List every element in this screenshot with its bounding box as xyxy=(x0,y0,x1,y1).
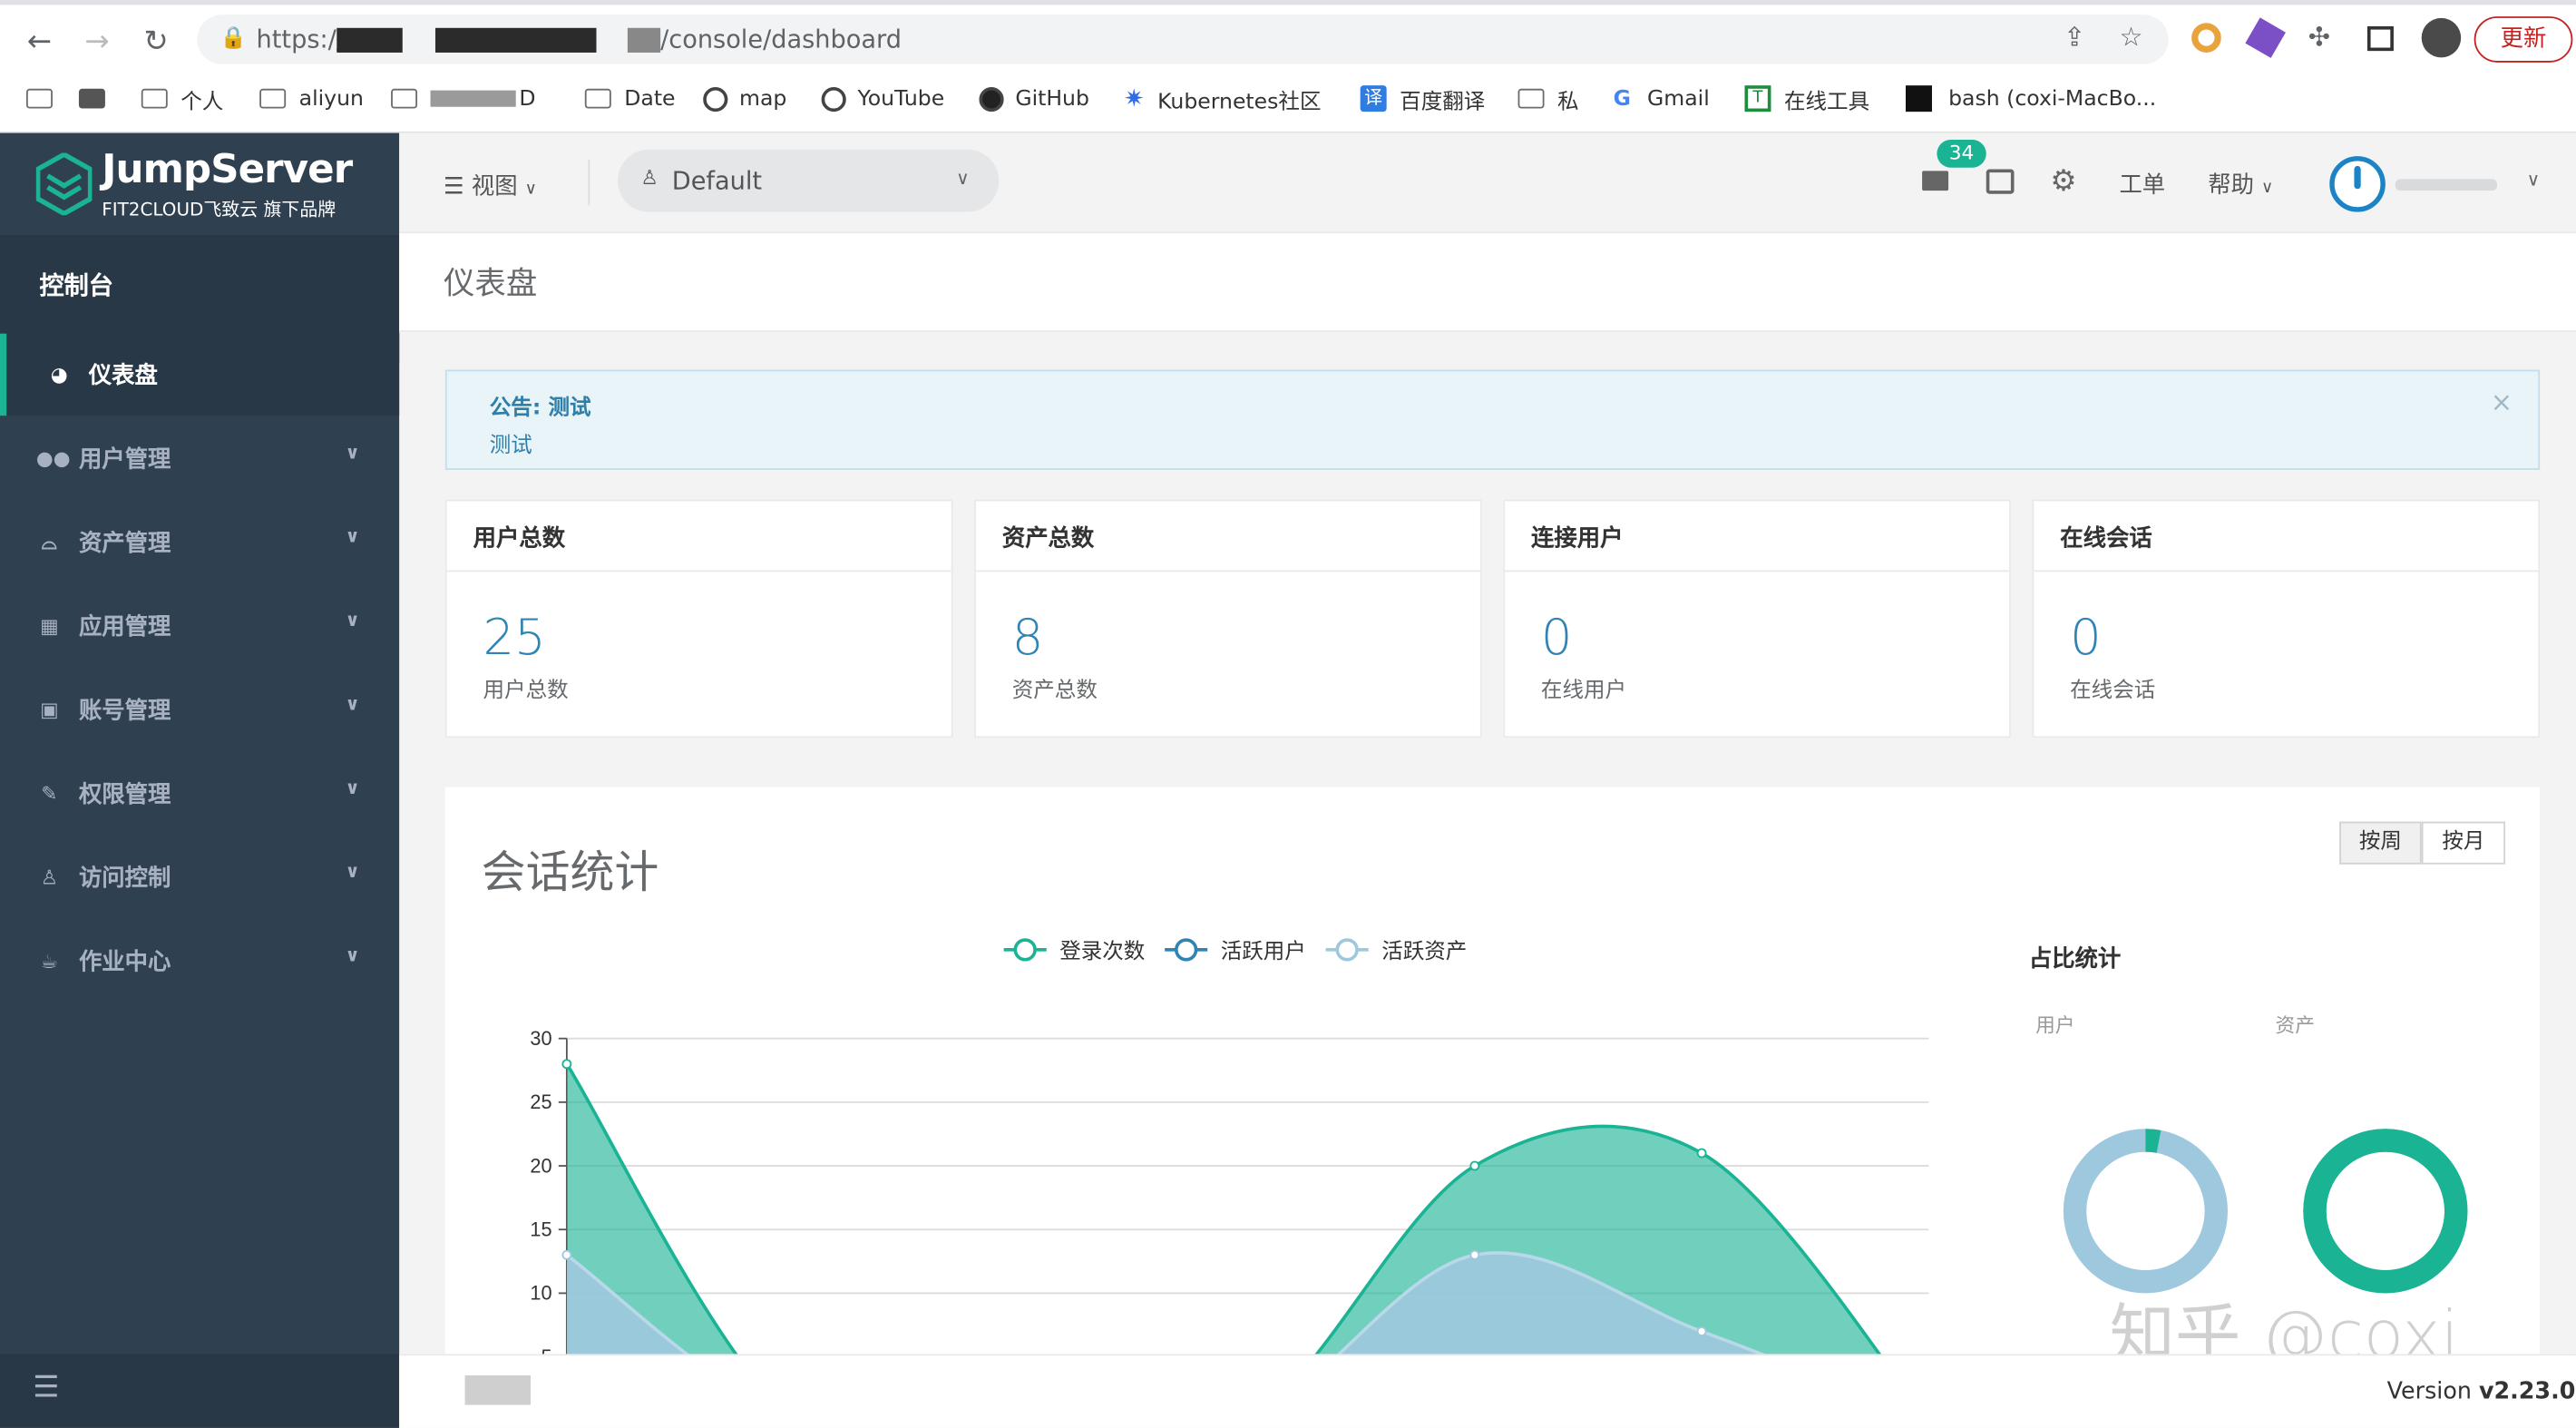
y-tick-label: 30 xyxy=(530,1027,551,1050)
legend-marker xyxy=(1335,938,1359,962)
session-chart: 51015202530登录次数活跃用户活跃资产 xyxy=(530,938,2468,1368)
footer: Version v2.23.0 xyxy=(399,1354,2576,1428)
legend-marker xyxy=(1013,938,1037,962)
app-root: ← → ↻ 🔒 https:// /console/dashboard ⇪ ☆ … xyxy=(0,0,2576,1428)
legend-label: 活跃用户 xyxy=(1221,938,1306,963)
redacted-block xyxy=(464,1374,532,1405)
y-tick-label: 20 xyxy=(530,1154,551,1177)
y-tick-label: 15 xyxy=(530,1218,551,1240)
legend-label: 活跃资产 xyxy=(1381,938,1467,963)
data-point xyxy=(1469,1160,1480,1171)
data-point xyxy=(1469,1249,1480,1260)
legend-marker xyxy=(1175,938,1198,962)
data-point xyxy=(561,1249,572,1260)
donut-active-segment xyxy=(2303,1129,2468,1294)
data-point xyxy=(1696,1326,1707,1336)
legend-label: 登录次数 xyxy=(1059,938,1145,963)
version-text: Version v2.23.0 xyxy=(2386,1378,2576,1405)
y-tick-label: 25 xyxy=(530,1091,551,1113)
data-point xyxy=(561,1059,572,1070)
y-tick-label: 10 xyxy=(530,1282,551,1305)
donut-ring xyxy=(2063,1129,2228,1294)
data-point xyxy=(1696,1148,1707,1159)
